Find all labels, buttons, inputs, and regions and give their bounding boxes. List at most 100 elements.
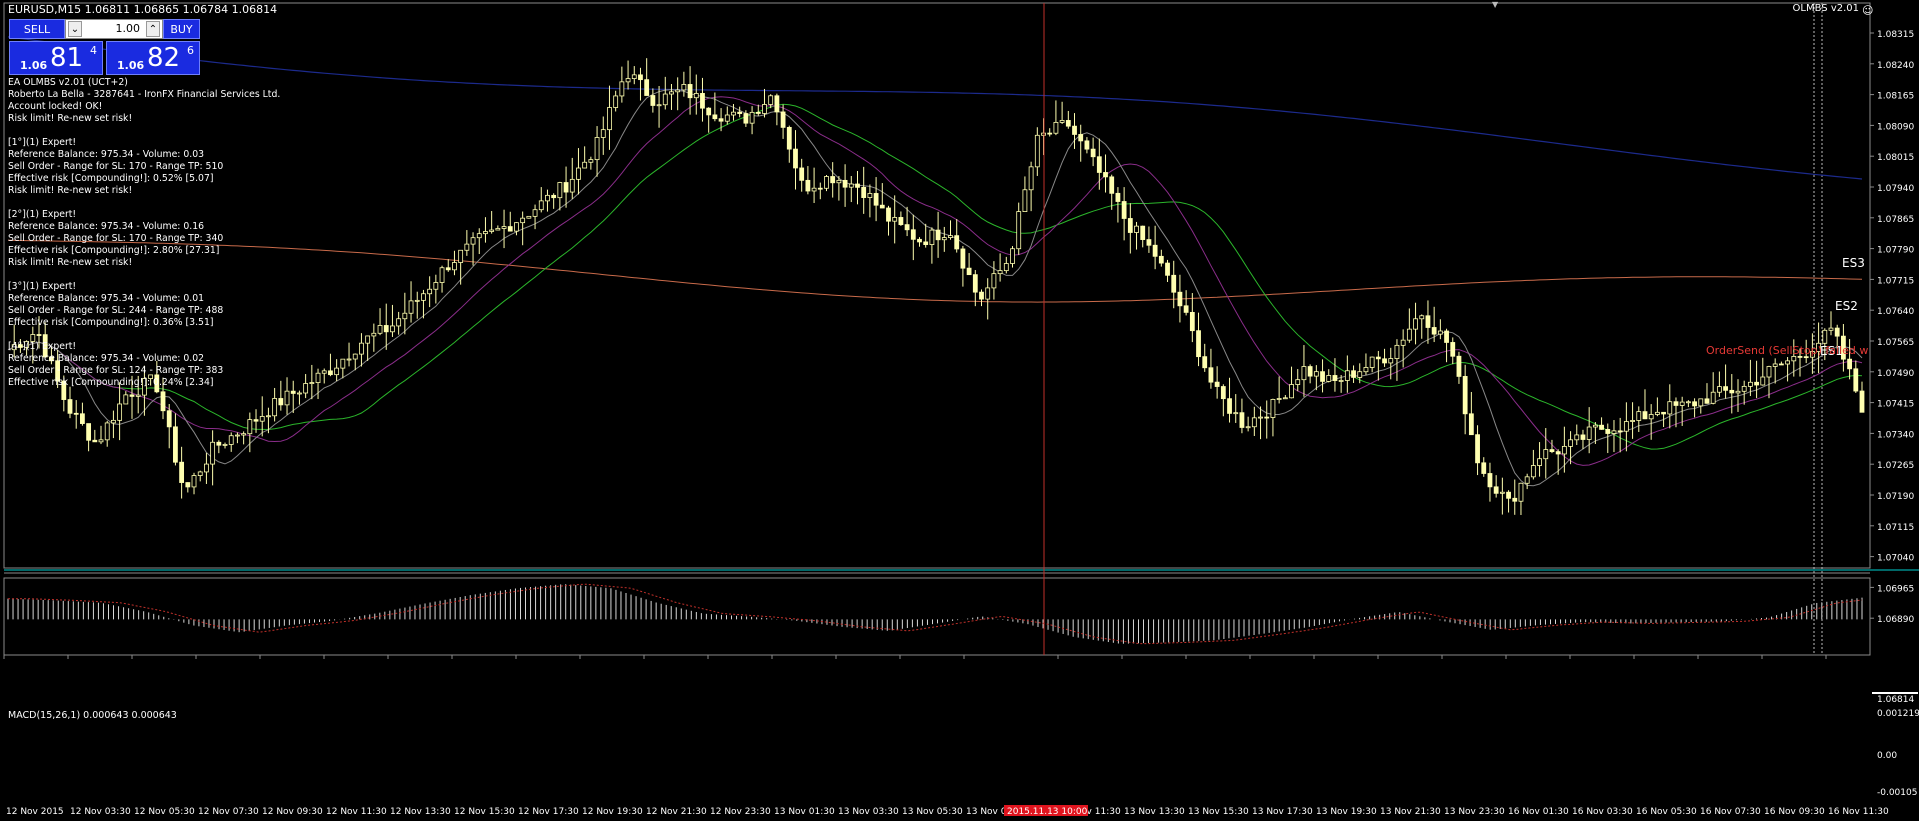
- candle-body: [1499, 491, 1505, 494]
- lot-decrease-button[interactable]: ⌄: [68, 21, 82, 37]
- candle-body: [1078, 134, 1084, 142]
- comment-line: Reference Balance: 975.34 - Volume: 0.03: [8, 149, 205, 160]
- candle-body: [483, 231, 488, 235]
- candle-body: [123, 394, 129, 405]
- time-axis: 12 Nov 2015 12 Nov 03:30 12 Nov 05:30 12 No…: [3, 655, 1889, 817]
- candle-body: [724, 114, 730, 122]
- time-tick-label: 13 Nov 05:30: [902, 807, 963, 817]
- candle-body: [799, 167, 805, 181]
- candle-body: [687, 84, 693, 99]
- bid-price-button[interactable]: 1.06 81 4: [9, 41, 103, 75]
- candle-body: [1636, 411, 1642, 421]
- candle-body: [588, 159, 594, 163]
- candle-body: [1729, 389, 1735, 394]
- candle-body: [1679, 401, 1685, 406]
- price-tick-label: 1.06965: [1877, 584, 1914, 594]
- comment-line: Risk limit! Re-new set risk!: [8, 257, 133, 268]
- sell-button[interactable]: SELL: [9, 19, 65, 39]
- candle-body: [396, 318, 402, 327]
- candle-body: [92, 439, 98, 443]
- candle-body: [495, 228, 501, 231]
- chart-shift-marker-icon[interactable]: ▼: [1492, 0, 1498, 9]
- candle-body: [514, 222, 519, 232]
- candle-body: [1375, 356, 1381, 360]
- time-tick-label: 16 Nov 11:30: [1828, 807, 1889, 817]
- candle-body: [873, 193, 879, 206]
- candle-body: [421, 293, 426, 301]
- candle-body: [1134, 225, 1139, 233]
- candle-body: [1047, 132, 1053, 135]
- moving-average-lines: [7, 36, 1863, 487]
- candle-body: [1468, 413, 1474, 436]
- candle-body: [371, 332, 377, 337]
- candle-body: [830, 176, 836, 184]
- candle-body: [1778, 363, 1784, 366]
- macd-tick-label: 0.001219: [1877, 709, 1919, 719]
- candle-body: [135, 394, 141, 397]
- lot-increase-button[interactable]: ⌃: [146, 21, 160, 37]
- es2-label: ES2: [1835, 299, 1858, 313]
- candle-body: [1208, 367, 1214, 383]
- buy-button[interactable]: BUY: [163, 19, 200, 39]
- candle-body: [216, 441, 222, 446]
- candle-body: [197, 471, 203, 476]
- candle-body: [1785, 360, 1790, 365]
- candle-body: [1382, 358, 1387, 364]
- candle-body: [1158, 255, 1164, 264]
- candle-body: [1202, 356, 1208, 369]
- time-tick-label: 12 Nov 17:30: [518, 807, 579, 817]
- candle-body: [1673, 401, 1679, 406]
- price-tick-label: 1.07415: [1877, 400, 1914, 410]
- chevron-up-icon: ⌃: [148, 23, 158, 35]
- candle-body: [290, 390, 296, 394]
- candle-body: [340, 358, 346, 369]
- candle-body: [631, 74, 637, 79]
- expert-advisor-comment: EA OLMBS v2.01 (UCT+2) Roberto La Bella -…: [8, 77, 280, 389]
- candle-body: [1022, 189, 1028, 213]
- candle-body: [414, 299, 420, 302]
- price-tick-label: 1.07490: [1877, 369, 1914, 379]
- candle-body: [489, 229, 495, 232]
- candle-body: [1487, 473, 1493, 488]
- price-tick-label: 1.07715: [1877, 276, 1914, 286]
- candle-body: [1549, 449, 1555, 453]
- comment-line: Reference Balance: 975.34 - Volume: 0.01: [8, 293, 205, 304]
- lot-size-input[interactable]: [84, 22, 140, 35]
- comment-line: Risk limit! Re-new set risk!: [8, 113, 133, 124]
- candle-body: [439, 267, 445, 283]
- bid-price-prefix: 1.06: [20, 59, 48, 72]
- candle-body: [328, 370, 333, 376]
- time-tick-label: 13 Nov 17:30: [1252, 807, 1313, 817]
- macd-tick-label: 0.00: [1877, 751, 1897, 761]
- ask-price-button[interactable]: 1.06 82 6: [106, 41, 200, 75]
- candle-body: [1332, 375, 1338, 381]
- candle-body: [929, 229, 935, 245]
- candle-body: [1506, 491, 1511, 499]
- candle-body: [960, 248, 966, 269]
- candle-body: [1369, 356, 1375, 368]
- comment-line: Effective risk [Compounding!]: 2.80% [27…: [8, 245, 220, 256]
- candle-body: [613, 95, 619, 108]
- candle-body: [954, 235, 960, 250]
- candle-body: [1431, 327, 1437, 335]
- price-chart[interactable]: 1.08315 1.08240 1.08165 1.08090 1.08015 1.079…: [0, 0, 1919, 821]
- candle-body: [607, 107, 612, 131]
- candle-body: [898, 217, 904, 226]
- time-tick-label: 13 Nov 23:30: [1444, 807, 1505, 817]
- candle-body: [966, 267, 972, 276]
- candle-body: [1834, 327, 1840, 337]
- candle-body: [160, 391, 166, 412]
- candle-body: [1747, 381, 1753, 387]
- candle-body: [1096, 156, 1102, 173]
- ma-long-blue: [7, 36, 1863, 180]
- candle-body: [948, 235, 953, 238]
- candle-body: [594, 137, 600, 161]
- candle-body: [191, 475, 197, 488]
- chevron-down-icon: ⌄: [70, 23, 80, 35]
- time-tick-label: 13 Nov 03:30: [838, 807, 899, 817]
- candle-body: [452, 262, 457, 271]
- time-tick-label: 12 Nov 21:30: [646, 807, 707, 817]
- candle-body: [383, 325, 389, 333]
- candle-body: [1716, 386, 1722, 393]
- candle-body: [910, 229, 916, 240]
